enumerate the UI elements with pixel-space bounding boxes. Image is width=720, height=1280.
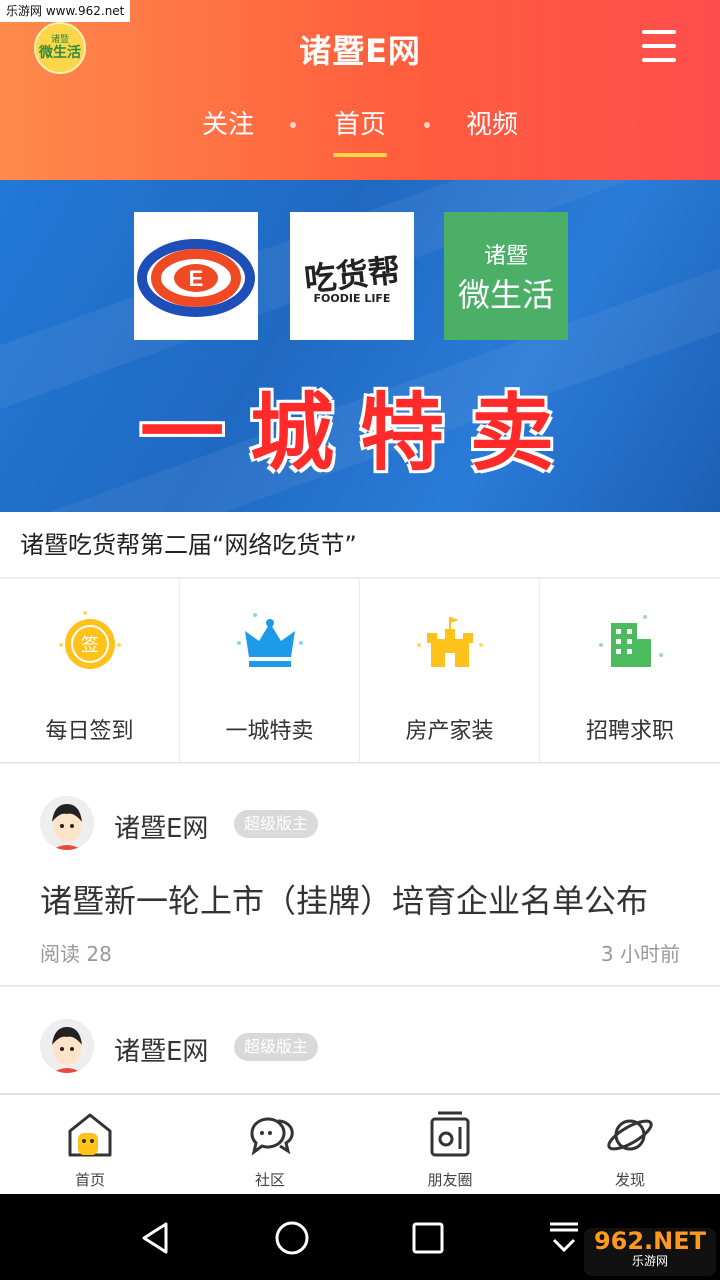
watermark-top: 乐游网 www.962.net bbox=[0, 0, 131, 22]
nav-moments[interactable]: 朋友圈 bbox=[360, 1095, 540, 1195]
quick-link-jobs[interactable]: 招聘求职 bbox=[540, 579, 720, 763]
tab-follow-label: 关注 bbox=[201, 110, 254, 140]
wei-life-logo-top: 诸暨 bbox=[483, 244, 528, 269]
quick-link-city-sale[interactable]: 一城特卖 bbox=[180, 579, 360, 763]
nav-label: 社区 bbox=[254, 1171, 285, 1189]
nav-home[interactable]: 首页 bbox=[0, 1095, 180, 1195]
tab-separator-dot bbox=[424, 122, 430, 128]
quick-link-label: 招聘求职 bbox=[585, 719, 674, 744]
tab-follow[interactable]: 关注 bbox=[200, 104, 256, 141]
office-building-icon bbox=[599, 615, 663, 667]
recents-icon[interactable] bbox=[406, 1216, 450, 1260]
tab-home-label: 首页 bbox=[333, 110, 386, 140]
foodie-logo-sub: FOODIE LIFE bbox=[313, 292, 391, 305]
post-time: 3 小时前 bbox=[600, 942, 680, 966]
watermark-bottom-main: 962.NET bbox=[593, 1227, 707, 1255]
post-author[interactable]: 诸暨E网 bbox=[114, 1031, 208, 1068]
back-icon[interactable] bbox=[134, 1216, 178, 1260]
watermark-bottom-sub: 乐游网 bbox=[631, 1254, 668, 1268]
wei-life-logo: 诸暨 微生活 bbox=[444, 212, 568, 340]
post-title[interactable]: 诸暨新一轮上市（挂牌）培育企业名单公布 bbox=[40, 876, 648, 922]
app-title: 诸暨E网 bbox=[299, 32, 421, 70]
post-author[interactable]: 诸暨E网 bbox=[114, 808, 208, 845]
menu-icon[interactable] bbox=[642, 30, 676, 62]
house-castle-icon bbox=[417, 617, 483, 667]
quick-link-label: 一城特卖 bbox=[225, 719, 314, 744]
sign-in-coin-icon: 签 bbox=[59, 611, 121, 669]
wei-life-logo-main: 微生活 bbox=[457, 276, 554, 314]
tab-home[interactable]: 首页 bbox=[332, 104, 388, 157]
home-circle-icon[interactable] bbox=[270, 1216, 314, 1260]
author-role-badge: 超级版主 bbox=[234, 1033, 319, 1061]
foodie-logo: 吃货帮 FOODIE LIFE bbox=[290, 212, 414, 340]
tab-video[interactable]: 视频 bbox=[464, 104, 520, 141]
nav-label: 发现 bbox=[614, 1171, 645, 1189]
quick-link-housing[interactable]: 房产家装 bbox=[360, 579, 540, 763]
post-card[interactable]: 诸暨E网 超级版主 bbox=[0, 987, 720, 1094]
quick-link-sign-in[interactable]: 签 每日签到 bbox=[0, 579, 180, 763]
author-role-badge: 超级版主 bbox=[234, 810, 319, 838]
banner-headline: 一城特卖 bbox=[139, 384, 580, 482]
promo-banner[interactable]: E 吃货帮 FOODIE LIFE 诸暨 微生活 一城特卖 bbox=[0, 180, 720, 512]
banner-caption[interactable]: 诸暨吃货帮第二届“网络吃货节” bbox=[0, 512, 720, 578]
app-header: 诸暨 微生活 诸暨E网 关注 首页 视频 bbox=[0, 0, 720, 180]
post-read-count: 阅读 28 bbox=[40, 942, 112, 966]
top-tabs: 关注 首页 视频 bbox=[0, 104, 720, 157]
quick-link-label: 房产家装 bbox=[405, 719, 494, 744]
notification-pull-icon[interactable] bbox=[542, 1216, 586, 1260]
active-tab-indicator bbox=[333, 153, 387, 157]
avatar[interactable] bbox=[40, 796, 94, 850]
crown-icon bbox=[237, 613, 303, 667]
nav-discover[interactable]: 发现 bbox=[540, 1095, 720, 1195]
quick-links: 签 每日签到 一城特卖 房产家装 招聘求职 bbox=[0, 579, 720, 763]
planet-icon bbox=[607, 1119, 653, 1151]
tab-separator-dot bbox=[290, 122, 296, 128]
chat-bubbles-icon bbox=[250, 1117, 294, 1156]
post-card[interactable]: 诸暨E网 超级版主 诸暨新一轮上市（挂牌）培育企业名单公布 阅读 28 3 小时… bbox=[0, 764, 720, 986]
sign-in-coin-text: 签 bbox=[81, 635, 99, 656]
nav-label: 朋友圈 bbox=[427, 1171, 473, 1189]
tab-video-label: 视频 bbox=[465, 110, 518, 140]
watermark-bottom: 962.NET 乐游网 bbox=[584, 1228, 716, 1276]
avatar[interactable] bbox=[40, 1019, 94, 1073]
nav-community[interactable]: 社区 bbox=[180, 1095, 360, 1195]
e-net-logo: E bbox=[134, 212, 258, 340]
bottom-nav: 首页 社区 朋友圈 发现 bbox=[0, 1094, 720, 1194]
moments-icon bbox=[430, 1111, 470, 1157]
svg-text:E: E bbox=[189, 266, 204, 291]
home-icon bbox=[68, 1113, 112, 1157]
nav-label: 首页 bbox=[74, 1171, 105, 1189]
quick-link-label: 每日签到 bbox=[45, 719, 134, 744]
